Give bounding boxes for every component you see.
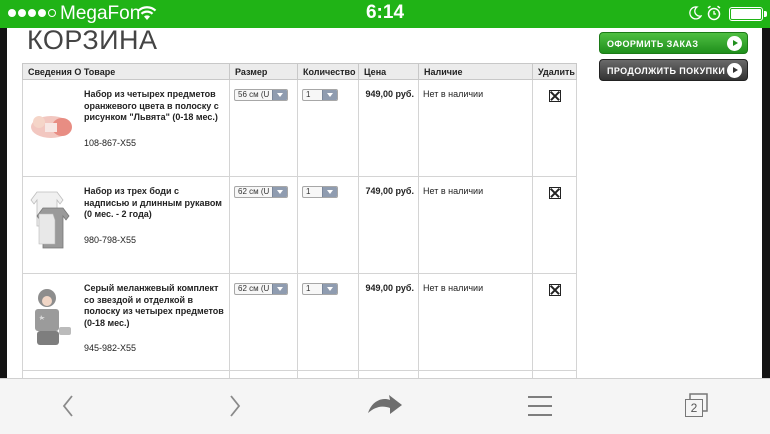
quantity-select[interactable]: 1 — [302, 89, 338, 101]
stock-status: Нет в наличии — [418, 79, 533, 177]
product-image[interactable] — [27, 89, 75, 159]
back-icon[interactable] — [59, 393, 77, 419]
size-cell: 56 см (U — [229, 79, 298, 177]
alarm-clock-icon — [707, 5, 721, 21]
cart-table: Сведения О Товаре Размер Количество Цена… — [22, 63, 577, 378]
product-sku: 108-867-X55 — [84, 137, 137, 148]
item-info-cell: Серый меланжевый комплект со звездой и о… — [22, 273, 230, 371]
table-row — [22, 370, 577, 378]
product-sku: 945-982-X55 — [84, 343, 137, 353]
price-cell: 949,00 руб. — [358, 273, 419, 371]
header-size: Размер — [229, 63, 298, 80]
delete-item-checkbox[interactable] — [548, 187, 561, 199]
clock: 6:14 — [365, 2, 405, 23]
size-select-value: 62 см (U — [238, 284, 270, 293]
delete-cell — [532, 176, 577, 274]
stock-status: Нет в наличии — [418, 176, 533, 274]
header-stock: Наличие — [418, 63, 533, 80]
size-select[interactable]: 62 см (U — [234, 283, 288, 295]
size-select[interactable]: 62 см (U — [234, 186, 288, 198]
qty-cell: 1 — [297, 79, 359, 177]
chevron-down-icon — [322, 90, 337, 100]
continue-shopping-button[interactable]: ПРОДОЛЖИТЬ ПОКУПКИ — [599, 59, 748, 81]
chevron-down-icon — [272, 90, 287, 100]
size-cell: 62 см (U — [229, 273, 298, 371]
size-select-value: 56 см (U — [238, 90, 270, 99]
quantity-select[interactable]: 1 — [302, 186, 338, 198]
chevron-down-icon — [322, 284, 337, 294]
quantity-select[interactable]: 1 — [302, 283, 338, 295]
quantity-select-value: 1 — [306, 90, 311, 99]
delete-item-checkbox[interactable] — [548, 284, 561, 296]
delete-cell — [532, 79, 577, 177]
chevron-down-icon — [272, 187, 287, 197]
header-delete: Удалить — [532, 63, 577, 80]
quantity-select-value: 1 — [306, 284, 311, 293]
header-info: Сведения О Товаре — [22, 63, 230, 80]
page-edge-left — [0, 28, 7, 378]
item-info-cell: Набор из четырех предметов оранжевого цв… — [22, 79, 230, 177]
quantity-select-value: 1 — [306, 187, 311, 196]
continue-shopping-label: ПРОДОЛЖИТЬ ПОКУПКИ — [607, 66, 726, 76]
forward-icon[interactable] — [226, 393, 244, 419]
share-icon[interactable] — [366, 393, 404, 421]
item-info-cell: Набор из трех боди с надписью и длинным … — [22, 176, 230, 274]
header-qty: Количество — [297, 63, 359, 80]
product-name[interactable]: Набор из четырех предметов оранжевого цв… — [84, 89, 225, 124]
qty-cell: 1 — [297, 176, 359, 274]
chevron-down-icon — [272, 284, 287, 294]
table-row: Серый меланжевый комплект со звездой и о… — [22, 273, 577, 371]
battery-icon — [729, 7, 767, 21]
menu-icon[interactable] — [527, 393, 553, 419]
tabs-count: 2 — [685, 399, 703, 417]
table-row: Набор из четырех предметов оранжевого цв… — [22, 79, 577, 177]
price-cell: 949,00 руб. — [358, 79, 419, 177]
product-sku: 980-798-X55 — [84, 234, 137, 245]
arrow-right-icon — [727, 63, 742, 78]
product-name[interactable]: Набор из трех боди с надписью и длинным … — [84, 186, 225, 221]
checkout-button-label: ОФОРМИТЬ ЗАКАЗ — [607, 39, 699, 49]
wifi-icon — [137, 6, 157, 20]
header-price: Цена — [358, 63, 419, 80]
qty-cell: 1 — [297, 273, 359, 371]
product-image[interactable] — [27, 186, 75, 256]
stock-status: Нет в наличии — [418, 273, 533, 371]
product-image[interactable] — [27, 283, 75, 353]
table-header-row: Сведения О Товаре Размер Количество Цена… — [22, 63, 577, 80]
signal-strength-icon — [8, 9, 56, 17]
table-row: Набор из трех боди с надписью и длинным … — [22, 176, 577, 274]
page-edge-right — [762, 28, 770, 378]
size-cell: 62 см (U — [229, 176, 298, 274]
size-select-value: 62 см (U — [238, 187, 270, 196]
do-not-disturb-moon-icon — [689, 6, 702, 20]
delete-cell — [532, 273, 577, 371]
web-page: КОРЗИНА Сведения О Товаре Размер Количес… — [0, 28, 770, 378]
delete-item-checkbox[interactable] — [548, 90, 561, 102]
product-name[interactable]: Серый меланжевый комплект со звездой и о… — [84, 283, 225, 329]
arrow-right-icon — [727, 36, 742, 51]
browser-toolbar: 2 — [0, 378, 770, 434]
status-bar: MegaFon 6:14 — [0, 0, 770, 28]
price-cell: 749,00 руб. — [358, 176, 419, 274]
page-title: КОРЗИНА — [27, 28, 158, 55]
size-select[interactable]: 56 см (U — [234, 89, 288, 101]
carrier-name: MegaFon — [60, 3, 141, 24]
checkout-button[interactable]: ОФОРМИТЬ ЗАКАЗ — [599, 32, 748, 54]
tabs-icon[interactable]: 2 — [683, 393, 709, 419]
chevron-down-icon — [322, 187, 337, 197]
